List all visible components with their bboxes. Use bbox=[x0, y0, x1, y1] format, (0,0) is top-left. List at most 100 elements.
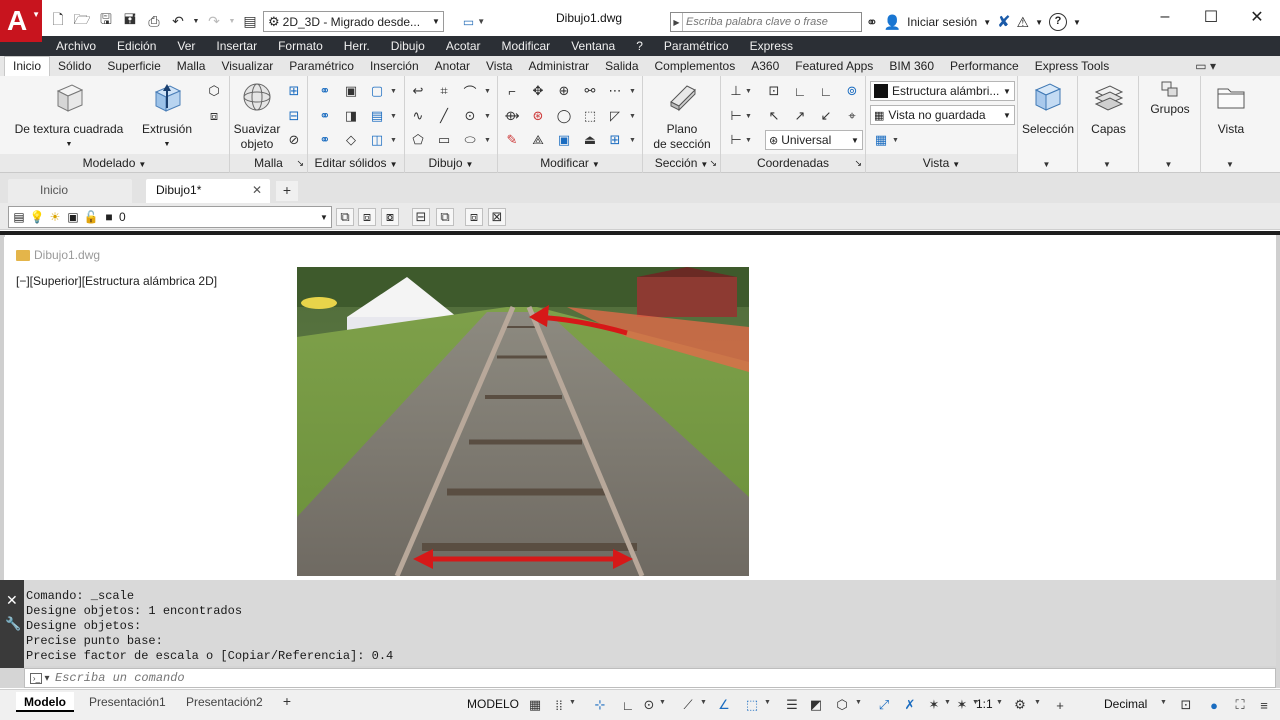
circle-icon[interactable]: ⊙ bbox=[461, 107, 479, 125]
solid-edit-icon[interactable]: ▢ bbox=[368, 82, 386, 100]
menu-modificar[interactable]: Modificar bbox=[502, 39, 551, 53]
fillet-icon[interactable]: ⌐ bbox=[503, 82, 521, 100]
lineweight-icon[interactable]: ☰ bbox=[784, 696, 800, 714]
menu-ventana[interactable]: Ventana bbox=[571, 39, 615, 53]
help-icon[interactable]: ? bbox=[1049, 13, 1068, 31]
ucs-select[interactable]: ⊛ Universal ▼ bbox=[765, 130, 863, 150]
rectangle-icon[interactable]: ▭ bbox=[435, 131, 453, 149]
redo-dropdown-icon[interactable]: ▼ bbox=[228, 11, 236, 31]
chevron-down-icon[interactable]: ▼ bbox=[390, 137, 397, 144]
chevron-down-icon[interactable]: ▼ bbox=[745, 113, 752, 120]
panel-modificar-title[interactable]: Modificar ▼ bbox=[498, 154, 642, 172]
new-file-icon[interactable]: 🗋 bbox=[48, 11, 68, 31]
selection-tool[interactable]: Selección bbox=[1020, 80, 1076, 137]
menu-insertar[interactable]: Insertar bbox=[216, 39, 257, 53]
ucs-named-icon[interactable]: ⊢ bbox=[727, 107, 745, 125]
make-current-icon[interactable]: ⧉ bbox=[336, 208, 354, 226]
chevron-down-icon[interactable]: ▼ bbox=[629, 137, 636, 144]
menu-archivo[interactable]: Archivo bbox=[56, 39, 96, 53]
layers-tool[interactable]: Capas bbox=[1080, 80, 1137, 137]
tab-solido[interactable]: Sólido bbox=[50, 57, 99, 76]
tab-visualizar[interactable]: Visualizar bbox=[213, 57, 281, 76]
railroad-track-image[interactable] bbox=[297, 267, 749, 576]
smooth-object-tool[interactable]: Suavizar objeto bbox=[232, 80, 282, 152]
menu-herr[interactable]: Herr. bbox=[344, 39, 370, 53]
ucs-view-icon[interactable]: ⊚ bbox=[843, 82, 861, 100]
new-file-tab-button[interactable]: + bbox=[276, 181, 298, 201]
mesh-refine-icon[interactable]: ⊟ bbox=[285, 107, 303, 125]
chevron-down-icon[interactable]: ▼ bbox=[1165, 160, 1173, 169]
search-input[interactable] bbox=[683, 13, 858, 31]
panel-dibujo-title[interactable]: Dibujo ▼ bbox=[405, 154, 497, 172]
maximize-button[interactable]: ☐ bbox=[1188, 0, 1234, 34]
chevron-down-icon[interactable]: ▼ bbox=[1035, 18, 1043, 27]
chevron-down-icon[interactable]: ▼ bbox=[944, 699, 951, 706]
hatch-icon[interactable]: ⌗ bbox=[435, 82, 453, 100]
object-snap-tracking-icon[interactable]: ∠ bbox=[716, 696, 732, 714]
panel-coordenadas-title[interactable]: Coordenadas ↘ bbox=[721, 154, 865, 172]
ucs-y-icon[interactable]: ↗ bbox=[791, 107, 809, 125]
quick-properties-icon[interactable]: ⊡ bbox=[1178, 696, 1194, 714]
copy-icon[interactable]: ▣ bbox=[555, 131, 573, 149]
intersect-icon[interactable]: ⚭ bbox=[316, 131, 334, 149]
chevron-down-icon[interactable]: ▼ bbox=[745, 88, 752, 95]
menu-acotar[interactable]: Acotar bbox=[446, 39, 481, 53]
file-tab-dibujo1[interactable]: Dibujo1* ✕ bbox=[146, 179, 270, 203]
panel-seccion-title[interactable]: Sección ▼ ↘ bbox=[643, 154, 720, 172]
tab-malla[interactable]: Malla bbox=[169, 57, 214, 76]
trim-icon[interactable]: ⟁ bbox=[529, 131, 547, 149]
viewport-config-icon[interactable]: ▦ bbox=[872, 131, 890, 149]
chevron-down-icon[interactable]: ▼ bbox=[1103, 160, 1111, 169]
tab-featured-apps[interactable]: Featured Apps bbox=[787, 57, 881, 76]
dynamic-ucs-icon[interactable]: ✗ bbox=[902, 696, 918, 714]
scale-icon[interactable]: ⬚ bbox=[581, 107, 599, 125]
menu-ver[interactable]: Ver bbox=[177, 39, 195, 53]
subtract-icon[interactable]: ⚭ bbox=[316, 107, 334, 125]
command-input[interactable] bbox=[55, 669, 1255, 687]
tab-salida[interactable]: Salida bbox=[597, 57, 646, 76]
stretch-icon[interactable]: ⏏ bbox=[581, 131, 599, 149]
chevron-down-icon[interactable]: ▼ bbox=[996, 699, 1003, 706]
mirror-icon[interactable]: ⚯ bbox=[581, 82, 599, 100]
layout-tab-modelo[interactable]: Modelo bbox=[16, 692, 74, 712]
add-layout-button[interactable]: + bbox=[278, 693, 296, 711]
object-snap-icon[interactable]: ⬚ bbox=[744, 696, 760, 714]
close-icon[interactable]: ✕ bbox=[6, 592, 18, 609]
tab-parametrico[interactable]: Paramétrico bbox=[281, 57, 362, 76]
undo-icon[interactable]: ↶ bbox=[168, 11, 188, 31]
layer-states-icon[interactable]: ⧇ bbox=[381, 208, 399, 226]
named-view-select[interactable]: ▦ Vista no guardada ▼ bbox=[870, 105, 1015, 125]
fullscreen-icon[interactable]: ⛶ bbox=[1232, 696, 1248, 714]
tab-express-tools[interactable]: Express Tools bbox=[1027, 57, 1117, 76]
chevron-down-icon[interactable]: ▼ bbox=[629, 113, 636, 120]
viewport-controls[interactable]: [−][Superior][Estructura alámbrica 2D] bbox=[16, 274, 217, 288]
mesh-crease-icon[interactable]: ⊘ bbox=[285, 131, 303, 149]
layer-previous-icon[interactable]: ⧈ bbox=[358, 208, 376, 226]
explode-icon[interactable]: ⋯ bbox=[606, 82, 624, 100]
chevron-down-icon[interactable]: ▼ bbox=[390, 113, 397, 120]
tab-insercion[interactable]: Inserción bbox=[362, 57, 427, 76]
chevron-down-icon[interactable]: ▼ bbox=[1226, 160, 1234, 169]
close-button[interactable]: ✕ bbox=[1234, 0, 1280, 34]
customization-icon[interactable]: ≡ bbox=[1256, 696, 1272, 714]
ucs-origin-icon[interactable]: ⊡ bbox=[765, 82, 783, 100]
mesh-box-icon[interactable]: ⊞ bbox=[285, 82, 303, 100]
slice-icon[interactable]: ◨ bbox=[342, 107, 360, 125]
line-icon[interactable]: ╱ bbox=[435, 107, 453, 125]
units-selector[interactable]: Decimal bbox=[1104, 697, 1147, 711]
print-icon[interactable]: ⎙ bbox=[144, 11, 164, 31]
isolate-objects-icon[interactable]: ● bbox=[1206, 696, 1222, 714]
application-menu-button[interactable]: A ▼ bbox=[0, 0, 42, 42]
visual-style-select[interactable]: Estructura alámbri... ▼ bbox=[870, 81, 1015, 101]
open-folder-icon[interactable]: 🗁 bbox=[72, 11, 92, 31]
tab-vista[interactable]: Vista bbox=[478, 57, 520, 76]
panel-modelado-title[interactable]: Modelado ▼ bbox=[0, 154, 229, 172]
chevron-down-icon[interactable]: ▼ bbox=[569, 699, 576, 706]
panel-vista-title[interactable]: Vista ▼ bbox=[866, 154, 1017, 172]
extrude-faces-icon[interactable]: ▤ bbox=[368, 107, 386, 125]
offset-icon[interactable]: ◯ bbox=[555, 107, 573, 125]
groups-tool[interactable]: Grupos bbox=[1141, 80, 1199, 117]
exchange-apps-icon[interactable]: ✘ bbox=[997, 12, 1010, 32]
ucs-icon[interactable]: ⊥ bbox=[727, 82, 745, 100]
chevron-down-icon[interactable]: ▼ bbox=[484, 88, 491, 95]
